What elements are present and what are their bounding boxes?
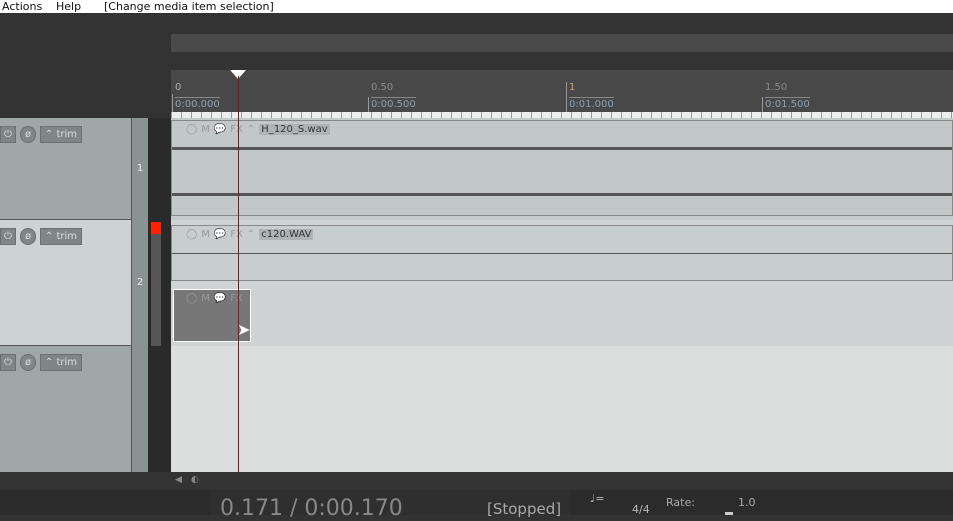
power-icon[interactable]: ⏻ [0, 354, 16, 371]
item-name: H_120_S.wav [259, 124, 330, 135]
time-display[interactable]: 0.171 / 0:00.170 [220, 496, 403, 521]
phase-icon[interactable]: ø [20, 126, 36, 143]
mouse-cursor-icon: ➤ [237, 320, 251, 339]
track-panel-2[interactable]: ⏻ ø ⌃ trim [0, 220, 131, 346]
envelope-icon[interactable]: ⌃ [247, 229, 255, 240]
volume-knob-icon[interactable]: ◯ [186, 293, 197, 304]
envelope-icon[interactable]: ⌃ [247, 124, 255, 135]
edit-cursor [238, 76, 239, 472]
menu-actions[interactable]: Actions [2, 0, 42, 13]
horizontal-scrollbar[interactable]: ◀ ◐ [171, 472, 953, 490]
envelope-icon: ⌃ [44, 231, 54, 242]
trim-button[interactable]: ⌃ trim [40, 354, 82, 371]
track-number[interactable] [131, 346, 148, 472]
mute-button[interactable]: M [201, 293, 210, 304]
volume-knob-icon[interactable]: ◯ [186, 124, 197, 135]
menu-help[interactable]: Help [56, 0, 81, 13]
transport-bar: 0.171 / 0:00.170 [Stopped] ♩= 4/4 Rate: … [0, 490, 953, 521]
envelope-icon: ⌃ [44, 357, 54, 368]
waveform-left [172, 147, 952, 150]
track-number[interactable]: 2 [131, 220, 148, 346]
metronome-tempo[interactable]: ♩= [590, 492, 604, 505]
track-lane-2[interactable]: ◯ M 💬 FX ⌃ c120.WAV ◯ M 💬 FX ➤ [171, 220, 953, 346]
mute-button[interactable]: M [201, 124, 210, 135]
empty-arrange-area[interactable] [171, 346, 953, 472]
meter-clip-indicator[interactable] [151, 222, 161, 234]
trim-button[interactable]: ⌃ trim [40, 228, 82, 245]
rate-label: Rate: [666, 496, 695, 509]
track-panel-1[interactable]: ⏻ ø ⌃ trim [0, 118, 131, 220]
zoom-icon[interactable]: ◐ [191, 475, 199, 485]
take-notes-icon[interactable]: 💬 [214, 229, 226, 240]
time-signature[interactable]: 4/4 [632, 503, 650, 516]
volume-knob-icon[interactable]: ◯ [186, 229, 197, 240]
envelope-icon: ⌃ [44, 129, 54, 140]
fx-button[interactable]: FX [230, 124, 243, 135]
undo-status: [Change media item selection] [104, 0, 274, 13]
rate-value[interactable]: 1.0 [738, 496, 756, 509]
mute-button[interactable]: M [201, 229, 210, 240]
item-name: c120.WAV [259, 229, 314, 240]
media-item[interactable]: ◯ M 💬 FX ⌃ c120.WAV [171, 225, 953, 281]
play-state: [Stopped] [487, 500, 562, 518]
take-notes-icon[interactable]: 💬 [214, 124, 226, 135]
track-number[interactable]: 1 [131, 118, 148, 220]
menu-bar: Actions Help [Change media item selectio… [0, 0, 953, 13]
track-panel-3[interactable]: ⏻ ø ⌃ trim [0, 346, 131, 472]
phase-icon[interactable]: ø [20, 354, 36, 371]
power-icon[interactable]: ⏻ [0, 228, 16, 245]
track-lane-1[interactable]: ◯ M 💬 FX ⌃ H_120_S.wav [171, 118, 953, 220]
fx-button[interactable]: FX [230, 229, 243, 240]
take-notes-icon[interactable]: 💬 [214, 293, 226, 304]
toolbar-strip [171, 34, 953, 52]
waveform [172, 253, 952, 254]
timeline-ruler[interactable]: 0 0:00.000 0.50 0:00.500 1 0:01.000 1.50 0:0… [171, 70, 953, 112]
scroll-left-icon[interactable]: ◀ [175, 475, 182, 485]
trim-button[interactable]: ⌃ trim [40, 126, 82, 143]
power-icon[interactable]: ⏻ [0, 126, 16, 143]
waveform-right [172, 193, 952, 196]
media-item[interactable]: ◯ M 💬 FX ⌃ H_120_S.wav [171, 120, 953, 216]
level-meter [151, 234, 161, 346]
phase-icon[interactable]: ø [20, 228, 36, 245]
fx-button[interactable]: FX [230, 293, 243, 304]
